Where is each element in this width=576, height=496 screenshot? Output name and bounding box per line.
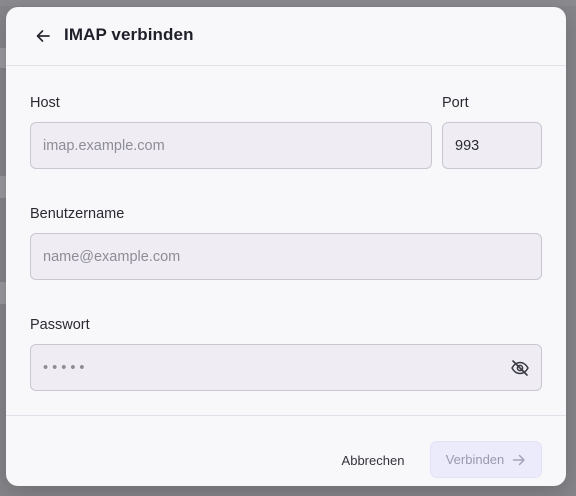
toggle-password-visibility-button[interactable] — [509, 357, 531, 379]
username-input[interactable] — [30, 233, 542, 280]
background-header — [0, 0, 576, 6]
connect-button[interactable]: Verbinden — [430, 441, 542, 478]
arrow-right-icon — [513, 454, 526, 465]
eye-off-icon — [511, 360, 529, 376]
dialog-title: IMAP verbinden — [64, 25, 194, 44]
username-label: Benutzername — [30, 206, 125, 222]
dialog-header: IMAP verbinden — [6, 7, 566, 66]
cancel-button[interactable]: Abbrechen — [330, 441, 416, 479]
password-input[interactable] — [30, 344, 542, 391]
host-input[interactable] — [30, 122, 432, 169]
dialog-footer: Abbrechen Verbinden — [6, 415, 566, 486]
imap-connect-dialog: IMAP verbinden Host Port Benutzername Pa… — [6, 7, 566, 486]
port-input[interactable] — [442, 122, 542, 169]
back-button[interactable] — [32, 25, 54, 47]
connect-button-label: Verbinden — [445, 452, 505, 467]
host-label: Host — [30, 95, 60, 111]
arrow-left-icon — [36, 30, 50, 42]
port-label: Port — [442, 95, 469, 111]
password-label: Passwort — [30, 317, 90, 333]
cancel-button-label: Abbrechen — [341, 452, 405, 468]
